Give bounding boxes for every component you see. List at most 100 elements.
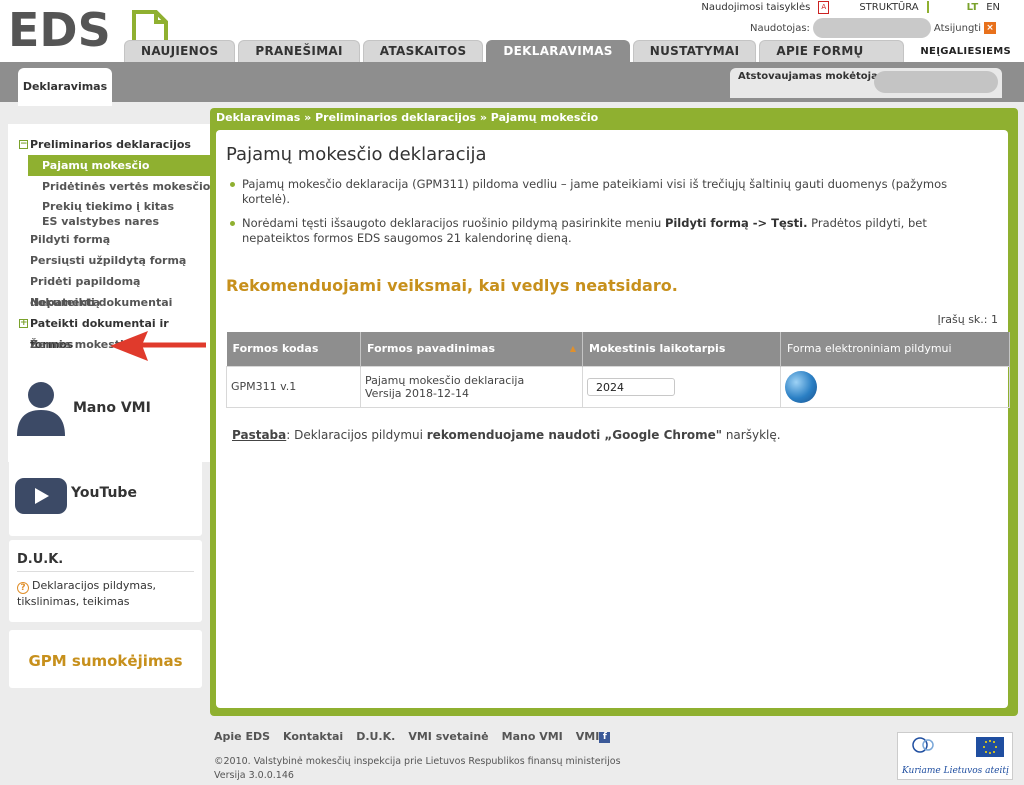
note-text: naršyklę. — [722, 427, 781, 442]
menu-label: Preliminarios deklaracijos — [30, 138, 191, 151]
col-forma-elektroniniam: Forma elektroniniam pildymui — [780, 332, 1010, 366]
rules-link[interactable]: Naudojimosi taisyklės — [701, 2, 810, 13]
pdf-icon[interactable]: A — [818, 0, 830, 14]
user-row: Naudotojas: Atsijungti × — [750, 18, 996, 38]
payer-name-redacted[interactable] — [874, 71, 998, 93]
duk-link-text: Deklaracijos pildymas, tikslinimas, teik… — [17, 579, 157, 608]
user-name-redacted — [812, 18, 931, 38]
cell-code: GPM311 v.1 — [226, 365, 361, 408]
note: Pastaba: Deklaracijos pildymui rekomendu… — [232, 428, 998, 442]
main-content: Deklaravimas » Preliminarios deklaracijo… — [210, 108, 1018, 716]
version: Versija 3.0.0.146 — [214, 770, 294, 781]
copyright: ©2010. Valstybinė mokesčių inspekcija pr… — [214, 756, 621, 767]
mano-vmi-card[interactable]: Mano VMI — [9, 372, 202, 452]
eu-slogan: Kuriame Lietuvos ateitį — [902, 766, 1009, 776]
sort-asc-icon[interactable]: ▲ — [570, 344, 576, 353]
info-item: Norėdami tęsti išsaugoto deklaracijos ru… — [226, 216, 998, 246]
breadcrumb[interactable]: Deklaravimas » Preliminarios deklaracijo… — [216, 111, 598, 124]
col-label: Formos pavadinimas — [367, 342, 496, 356]
facebook-icon[interactable]: f — [599, 732, 611, 743]
info-list: Pajamų mokesčio deklaracija (GPM311) pil… — [226, 177, 998, 246]
menu-pvm[interactable]: Pridėtinės vertės mokesčio — [8, 176, 212, 197]
footer-links: Apie EDS Kontaktai D.U.K. VMI svetainė M… — [214, 730, 621, 743]
info-text-bold: Pildyti formą -> Tęsti. — [664, 216, 808, 230]
red-arrow-annotation — [110, 331, 206, 361]
footer-link-duk[interactable]: D.U.K. — [356, 730, 395, 743]
logout-link[interactable]: Atsijungti — [934, 23, 981, 34]
youtube-icon — [15, 478, 67, 514]
record-count: Įrašų sk.: 1 — [937, 313, 998, 326]
table-row: GPM311 v.1 Pajamų mokesčio deklaracija Ve… — [226, 365, 1010, 408]
cell-form — [780, 365, 1010, 408]
menu-preliminarios-deklaracijos[interactable]: − Preliminarios deklaracijos — [8, 134, 212, 155]
note-text: : Deklaracijos pildymui — [286, 427, 427, 442]
footer-link-vmi-facebook[interactable]: VMI f — [576, 730, 611, 743]
recommend-link[interactable]: Rekomenduojami veiksmai, kai vedlys neat… — [226, 276, 998, 295]
table-header-row: Formos kodas Formos pavadinimas ▲ Mokesti… — [226, 332, 1010, 366]
form-name: Pajamų mokesčio deklaracija — [365, 373, 525, 387]
footer-link-apie-eds[interactable]: Apie EDS — [214, 730, 270, 743]
period-select[interactable]: 2024 — [587, 377, 675, 396]
payer-selector[interactable]: Atstovaujamas mokėtojas: — [730, 68, 1002, 98]
eu-structural-funds-logo — [912, 737, 934, 753]
forms-table: Formos kodas Formos pavadinimas ▲ Mokesti… — [226, 332, 1010, 408]
footer-link-vmi-svetaine[interactable]: VMI svetainė — [408, 730, 488, 743]
subtab-deklaravimas[interactable]: Deklaravimas — [18, 68, 112, 106]
youtube-card[interactable]: YouTube — [9, 456, 202, 536]
tab-neigaliesiems-label: NEĮGALIESIEMS — [920, 46, 1011, 57]
gpm-card[interactable]: GPM sumokėjimas — [9, 630, 202, 688]
tab-neigaliesiems[interactable]: NEĮGALIESIEMS → — [907, 40, 1024, 78]
lang-lt[interactable]: LT — [967, 2, 979, 13]
menu-nepateikti-dokumentai[interactable]: Nepateikti dokumentai — [8, 292, 212, 313]
tab-apie-formu-teikima[interactable]: APIE FORMŲ TEIKIMĄ — [759, 40, 905, 79]
header: EDS Naudojimosi taisyklės A STRUKTŪRA LT… — [0, 0, 1024, 79]
mano-vmi-label: Mano VMI — [73, 400, 151, 416]
lang-en[interactable]: EN — [986, 2, 1000, 13]
menu-pajamu-mokescio[interactable]: Pajamų mokesčio — [28, 155, 212, 176]
footer-link-kontaktai[interactable]: Kontaktai — [283, 730, 343, 743]
duk-link[interactable]: ? Deklaracijos pildymas, tikslinimas, tei… — [17, 578, 194, 609]
duk-title: D.U.K. — [17, 552, 194, 572]
collapse-icon[interactable]: − — [19, 140, 28, 149]
menu-pildyti-forma[interactable]: Pildyti formą — [8, 229, 212, 250]
eu-funding-badge[interactable]: Kuriame Lietuvos ateitį — [897, 732, 1013, 780]
menu-prekiu-tiekimo[interactable]: Prekių tiekimo į kitas ES valstybes nare… — [8, 197, 212, 229]
tab-pranesimai[interactable]: PRANEŠIMAI — [238, 40, 360, 62]
cell-name: Pajamų mokesčio deklaracija Versija 2018-… — [360, 365, 583, 408]
footer-link-mano-vmi[interactable]: Mano VMI — [502, 730, 563, 743]
col-formos-kodas[interactable]: Formos kodas — [226, 332, 361, 366]
menu-prideti-dokumenta[interactable]: Pridėti papildomą dokumentą — [8, 271, 212, 309]
eu-flag-icon — [976, 737, 1004, 757]
col-mokestinis-laikotarpis[interactable]: Mokestinis laikotarpis — [582, 332, 781, 366]
gpm-label: GPM sumokėjimas — [28, 652, 183, 670]
info-item: Pajamų mokesčio deklaracija (GPM311) pil… — [226, 177, 998, 207]
cell-period: 2024 — [582, 365, 781, 408]
menu-persiusti-forma[interactable]: Persiųsti užpildytą formą — [8, 250, 212, 271]
expand-icon[interactable]: + — [19, 319, 28, 328]
user-label: Naudotojas: — [749, 22, 810, 34]
tab-deklaravimas[interactable]: DEKLARAVIMAS — [486, 40, 630, 62]
person-icon — [17, 382, 65, 436]
footer-link-label: VMI — [575, 730, 600, 743]
svg-text:EDS: EDS — [8, 6, 111, 50]
info-text: Norėdami tęsti išsaugoto deklaracijos ru… — [242, 216, 665, 230]
note-text-bold: rekomenduojame naudoti „Google Chrome" — [426, 427, 723, 442]
note-label: Pastaba — [232, 427, 287, 442]
youtube-label: YouTube — [71, 485, 137, 501]
main-tabs: NAUJIENOS PRANEŠIMAI ATASKAITOS DEKLARAV… — [124, 40, 1024, 79]
top-links: Naudojimosi taisyklės A STRUKTŪRA LT EN — [701, 0, 1000, 14]
sub-bar: Deklaravimas Atstovaujamas mokėtojas: — [0, 62, 1024, 106]
tab-naujienos[interactable]: NAUJIENOS — [124, 40, 236, 62]
tab-ataskaitos[interactable]: ATASKAITOS — [362, 40, 484, 62]
form-version: Versija 2018-12-14 — [365, 386, 469, 400]
close-icon[interactable]: × — [984, 22, 996, 34]
globe-icon[interactable] — [785, 370, 817, 403]
content-panel: Pajamų mokesčio deklaracija Pajamų mokes… — [216, 130, 1010, 708]
duk-card: D.U.K. ? Deklaracijos pildymas, tikslinim… — [9, 540, 202, 622]
tab-nustatymai[interactable]: NUSTATYMAI — [632, 40, 757, 62]
help-icon: ? — [17, 582, 29, 594]
payer-label: Atstovaujamas mokėtojas: — [738, 71, 888, 82]
col-formos-pavadinimas[interactable]: Formos pavadinimas ▲ — [360, 332, 583, 366]
structure-link[interactable]: STRUKTŪRA — [859, 2, 918, 13]
structure-icon — [926, 1, 937, 13]
